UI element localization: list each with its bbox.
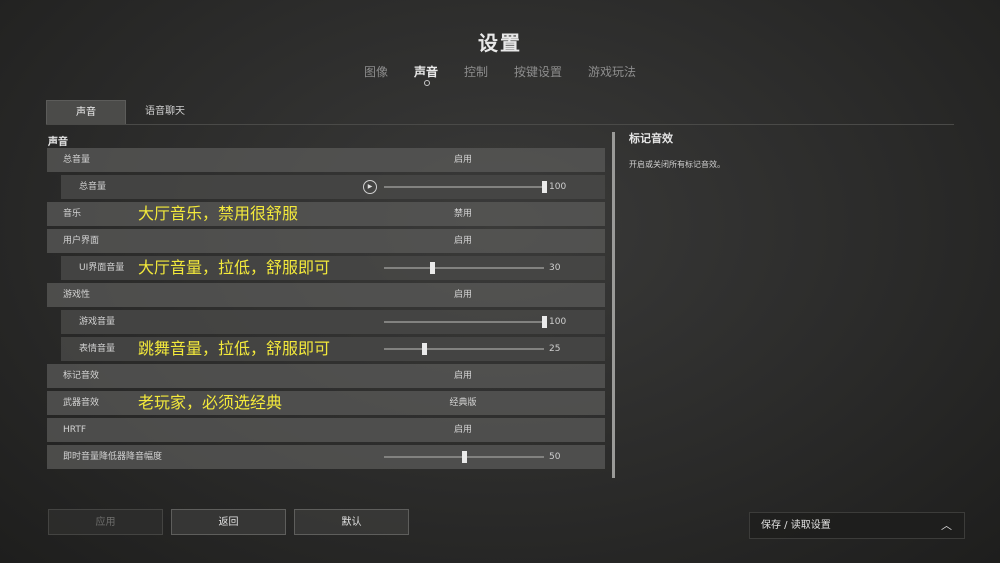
setting-row-master-volume: 总音量 ▶ 100 <box>61 175 605 199</box>
tab-keybinds[interactable]: 按键设置 <box>514 63 562 86</box>
slider-value: 30 <box>549 263 561 273</box>
info-title: 标记音效 <box>629 132 673 145</box>
emote-volume-slider[interactable] <box>384 343 544 355</box>
setting-value[interactable]: 启用 <box>445 283 481 307</box>
slider-value: 100 <box>549 182 567 192</box>
setting-label: 武器音效 <box>63 398 100 408</box>
setting-row-ui-volume: UI界面音量 大厅音量，拉低，舒服即可 30 <box>61 256 605 280</box>
setting-label: 表情音量 <box>79 344 116 354</box>
subtab-sound[interactable]: 声音 <box>46 100 126 124</box>
tab-gameplay[interactable]: 游戏玩法 <box>588 63 636 86</box>
setting-row-marker-sfx[interactable]: 标记音效 启用 <box>47 364 605 388</box>
setting-row-hrtf[interactable]: HRTF 启用 <box>47 418 605 442</box>
setting-row-music[interactable]: 音乐 大厅音乐，禁用很舒服 禁用 <box>47 202 605 226</box>
setting-value[interactable]: 启用 <box>445 418 481 442</box>
setting-value[interactable]: 启用 <box>445 148 481 172</box>
save-load-label: 保存 / 读取设置 <box>761 520 831 531</box>
tab-controls[interactable]: 控制 <box>464 63 488 86</box>
setting-label: 用户界面 <box>63 236 100 246</box>
settings-list: 总音量 启用 总音量 ▶ 100 音乐 大厅音乐，禁用很舒服 禁用 用户界面 启… <box>47 148 605 472</box>
slider-value: 25 <box>549 344 561 354</box>
annotation-text: 大厅音量，拉低，舒服即可 <box>138 258 331 277</box>
panel-divider <box>612 132 615 478</box>
slider-value: 100 <box>549 317 567 327</box>
apply-button[interactable]: 应用 <box>48 509 163 535</box>
default-button[interactable]: 默认 <box>294 509 409 535</box>
annotation-text: 老玩家，必须选经典 <box>138 393 283 412</box>
master-volume-slider[interactable] <box>384 181 547 193</box>
slider-thumb[interactable] <box>462 451 467 463</box>
setting-label: 标记音效 <box>63 371 100 381</box>
setting-label: 总音量 <box>63 155 91 165</box>
ui-volume-slider[interactable] <box>384 262 544 274</box>
setting-row-game-volume: 游戏音量 100 <box>61 310 605 334</box>
tab-sound[interactable]: 声音 <box>414 63 438 86</box>
slider-thumb[interactable] <box>422 343 427 355</box>
setting-label: 游戏性 <box>63 290 91 300</box>
setting-value[interactable]: 启用 <box>445 229 481 253</box>
slider-value: 50 <box>549 452 561 462</box>
setting-value[interactable]: 禁用 <box>445 202 481 226</box>
setting-row-ducking: 即时音量降低器降音幅度 50 <box>47 445 605 469</box>
chevron-up-icon: ︿ <box>941 519 952 532</box>
slider-thumb[interactable] <box>430 262 435 274</box>
save-load-settings-button[interactable]: 保存 / 读取设置 ︿ <box>749 512 965 539</box>
tab-graphics[interactable]: 图像 <box>364 63 388 86</box>
setting-row-ui[interactable]: 用户界面 启用 <box>47 229 605 253</box>
top-tab-bar: 图像 声音 控制 按键设置 游戏玩法 <box>0 63 1000 86</box>
setting-label: 即时音量降低器降音幅度 <box>63 452 163 462</box>
info-description: 开启或关闭所有标记音效。 <box>629 160 725 169</box>
section-title: 声音 <box>48 137 68 148</box>
setting-label: 游戏音量 <box>79 317 116 327</box>
game-volume-slider[interactable] <box>384 316 547 328</box>
setting-value[interactable]: 启用 <box>445 364 481 388</box>
setting-row-master-toggle[interactable]: 总音量 启用 <box>47 148 605 172</box>
setting-label: 音乐 <box>63 209 82 219</box>
slider-thumb[interactable] <box>542 181 547 193</box>
setting-label: HRTF <box>63 425 87 435</box>
setting-row-gameplay[interactable]: 游戏性 启用 <box>47 283 605 307</box>
sub-tab-bar: 声音 语音聊天 <box>46 100 954 125</box>
setting-row-weapon-sfx[interactable]: 武器音效 老玩家，必须选经典 经典版 <box>47 391 605 415</box>
setting-row-emote-volume: 表情音量 跳舞音量，拉低，舒服即可 25 <box>61 337 605 361</box>
setting-value[interactable]: 经典版 <box>445 391 481 415</box>
page-title: 设置 <box>478 31 522 55</box>
play-icon[interactable]: ▶ <box>363 180 377 194</box>
annotation-text: 大厅音乐，禁用很舒服 <box>138 204 299 223</box>
setting-label: UI界面音量 <box>79 263 125 273</box>
subtab-voice-chat[interactable]: 语音聊天 <box>132 100 198 123</box>
ducking-slider[interactable] <box>384 451 544 463</box>
setting-label: 总音量 <box>79 182 107 192</box>
back-button[interactable]: 返回 <box>171 509 286 535</box>
annotation-text: 跳舞音量，拉低，舒服即可 <box>138 339 331 358</box>
slider-thumb[interactable] <box>542 316 547 328</box>
